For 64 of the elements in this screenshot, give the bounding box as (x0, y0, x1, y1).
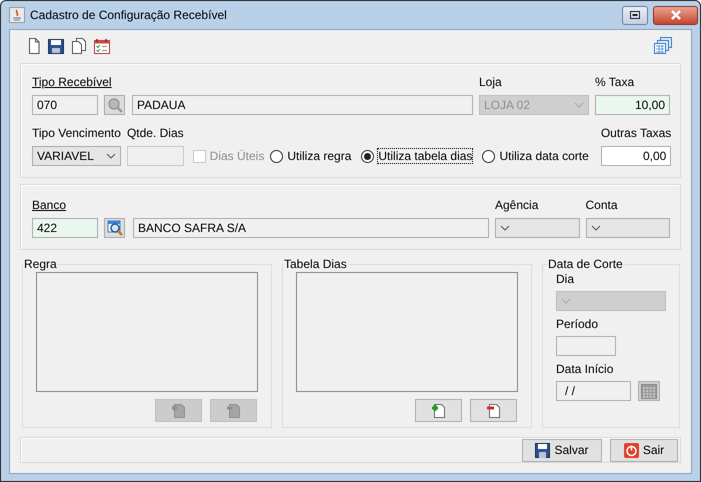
save-icon (535, 442, 550, 458)
radio-button[interactable] (482, 150, 496, 162)
add-document-icon (170, 402, 186, 418)
checkbox-label: Dias Úteis (210, 149, 264, 163)
chevron-down-icon (500, 224, 510, 232)
field-label: Agência (495, 198, 540, 213)
calendar-button[interactable] (638, 381, 660, 401)
calendar-icon (641, 384, 657, 398)
code-field[interactable]: 422 (32, 218, 98, 238)
field-label: Tipo Recebível (32, 75, 113, 90)
period-field[interactable] (556, 336, 616, 356)
save-icon[interactable] (48, 38, 64, 54)
add-button[interactable] (415, 399, 462, 422)
chevron-down-icon (574, 101, 584, 109)
action-button[interactable]: Salvar (522, 438, 602, 462)
field-label: Tipo Vencimento (32, 126, 121, 141)
close-icon (670, 10, 682, 20)
calendar-checklist-icon[interactable] (94, 38, 110, 54)
radio-button[interactable] (361, 150, 374, 162)
chevron-down-icon (561, 297, 571, 305)
window-title: Cadastro de Configuração Recebível (30, 8, 228, 22)
remove-document-icon (226, 402, 242, 418)
field-label: Loja (479, 75, 503, 90)
field-label: Banco (32, 198, 68, 213)
new-document-icon[interactable] (26, 38, 42, 54)
copy-icon[interactable] (70, 38, 88, 54)
name-field[interactable]: PADAUA (132, 95, 473, 115)
radio-label: Utiliza data corte (499, 149, 589, 163)
power-icon (624, 442, 639, 458)
days-table[interactable] (296, 272, 518, 392)
date-field[interactable]: / / (556, 381, 631, 401)
chevron-down-icon (106, 152, 116, 160)
name-field[interactable]: BANCO SAFRA S/A (133, 218, 489, 238)
magnifier-icon (106, 220, 122, 236)
restore-icon (630, 11, 640, 19)
remove-document-icon (486, 402, 502, 418)
field-label: Dia (556, 272, 576, 287)
radio-button[interactable] (270, 150, 284, 162)
due-type-dropdown[interactable]: VARIAVEL (32, 146, 121, 166)
add-document-icon (430, 402, 446, 418)
action-button[interactable]: Sair (610, 438, 678, 462)
group-title: Data de Corte (547, 257, 624, 271)
magnifier-icon (106, 97, 122, 113)
app-icon (9, 7, 25, 23)
windows-icon[interactable] (653, 37, 673, 55)
field-label: Data Início (556, 362, 614, 377)
field-label: Período (556, 317, 600, 332)
code-field[interactable]: 070 (32, 95, 98, 115)
chevron-down-icon (590, 224, 600, 232)
group-title: Regra (23, 257, 58, 271)
field-label: Qtde. Dias (126, 126, 184, 141)
field-label: Conta (586, 198, 619, 213)
rule-list[interactable] (36, 272, 258, 392)
field-label: % Taxa (595, 75, 636, 90)
field-label: Outras Taxas (600, 126, 672, 141)
restore-button[interactable] (622, 6, 648, 24)
close-button[interactable] (653, 6, 698, 24)
group-title: Tabela Dias (283, 257, 348, 271)
other-fees-field[interactable]: 0,00 (600, 146, 672, 166)
rate-field[interactable]: 10,00 (595, 95, 670, 115)
radio-label: Utiliza tabela dias (378, 149, 472, 163)
remove-button[interactable] (470, 399, 517, 422)
search-button[interactable] (104, 218, 125, 238)
radio-label: Utiliza regra (287, 149, 352, 163)
